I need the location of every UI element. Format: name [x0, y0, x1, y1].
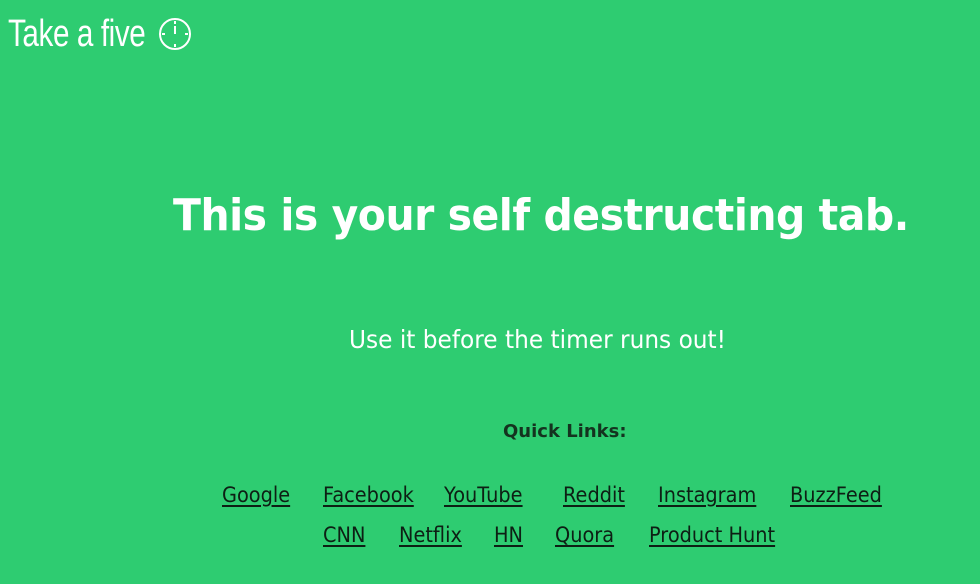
brand: Take a five	[8, 12, 194, 56]
link-product-hunt[interactable]: Product Hunt	[649, 521, 775, 549]
link-cnn[interactable]: CNN	[323, 521, 365, 549]
link-google[interactable]: Google	[222, 481, 290, 509]
link-hn[interactable]: HN	[494, 521, 523, 549]
link-facebook[interactable]: Facebook	[323, 481, 414, 509]
link-buzzfeed[interactable]: BuzzFeed	[790, 481, 882, 509]
link-reddit[interactable]: Reddit	[563, 481, 625, 509]
link-quora[interactable]: Quora	[555, 521, 614, 549]
headline: This is your self destructing tab.	[173, 190, 909, 241]
link-youtube[interactable]: YouTube	[444, 481, 523, 509]
subline: Use it before the timer runs out!	[349, 325, 726, 354]
brand-title: Take a five	[8, 13, 146, 55]
timer-icon	[159, 18, 192, 50]
quick-links-title: Quick Links:	[503, 421, 627, 442]
link-instagram[interactable]: Instagram	[658, 481, 756, 509]
link-netflix[interactable]: Netflix	[399, 521, 462, 549]
